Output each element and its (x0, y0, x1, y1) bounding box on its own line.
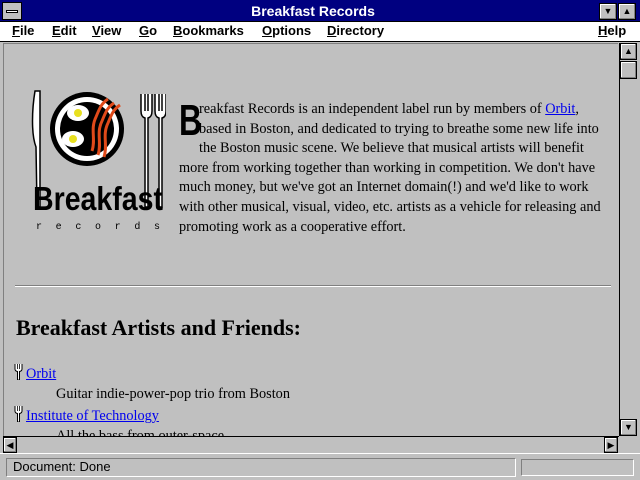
scroll-down-button[interactable]: ▼ (620, 419, 637, 436)
minimize-button[interactable]: ▼ (599, 3, 617, 20)
system-menu-button[interactable] (2, 2, 22, 20)
window-title: Breakfast Records (251, 3, 375, 19)
intro-paragraph: Breakfast Records is an independent labe… (179, 96, 601, 235)
horizontal-scrollbar[interactable]: ◀ ▶ (3, 436, 619, 453)
breakfast-records-logo: Breakfast records (31, 90, 166, 233)
status-bar: Document: Done (0, 453, 640, 480)
menu-edit[interactable]: Edit (52, 23, 77, 38)
scroll-right-button[interactable]: ▶ (604, 437, 618, 453)
menu-bookmarks[interactable]: Bookmarks (173, 23, 244, 38)
vertical-scrollbar[interactable]: ▲ ▼ (619, 43, 637, 437)
scrollbar-corner (619, 436, 637, 453)
artist-description: Guitar indie-power-pop trio from Boston (56, 386, 290, 402)
scroll-left-button[interactable]: ◀ (3, 437, 17, 453)
list-item: Orbit (14, 364, 56, 383)
menu-file[interactable]: File (12, 23, 34, 38)
menu-directory[interactable]: Directory (327, 23, 384, 38)
menu-options[interactable]: Options (262, 23, 311, 38)
orbit-link[interactable]: Orbit (545, 101, 575, 117)
menu-help[interactable]: Help (598, 23, 626, 38)
page-content: Breakfast records Breakfast Records is a… (3, 43, 618, 436)
artist-link-institute-of-technology[interactable]: Institute of Technology (26, 408, 159, 424)
title-bar: Breakfast Records ▼ ▲ (0, 0, 640, 22)
vertical-scroll-thumb[interactable] (620, 61, 637, 79)
divider (15, 285, 611, 287)
scroll-up-button[interactable]: ▲ (620, 43, 637, 60)
maximize-button[interactable]: ▲ (618, 3, 636, 20)
artists-heading: Breakfast Artists and Friends: (16, 315, 301, 340)
logo-wordmark: Breakfast (33, 180, 163, 217)
artist-link-orbit[interactable]: Orbit (26, 366, 56, 382)
fork-bullet-icon (14, 406, 23, 422)
dropcap-letter: B (179, 96, 202, 145)
artist-description: All the bass from outer-space (56, 428, 225, 436)
menu-go[interactable]: Go (139, 23, 157, 38)
fork-bullet-icon (14, 364, 23, 380)
progress-panel (521, 459, 634, 476)
status-text: Document: Done (13, 459, 111, 474)
list-item: Institute of Technology (14, 406, 159, 425)
logo-subtitle: records (36, 221, 160, 233)
menu-bar: File Edit View Go Bookmarks Options Dire… (0, 22, 640, 42)
menu-view[interactable]: View (92, 23, 121, 38)
